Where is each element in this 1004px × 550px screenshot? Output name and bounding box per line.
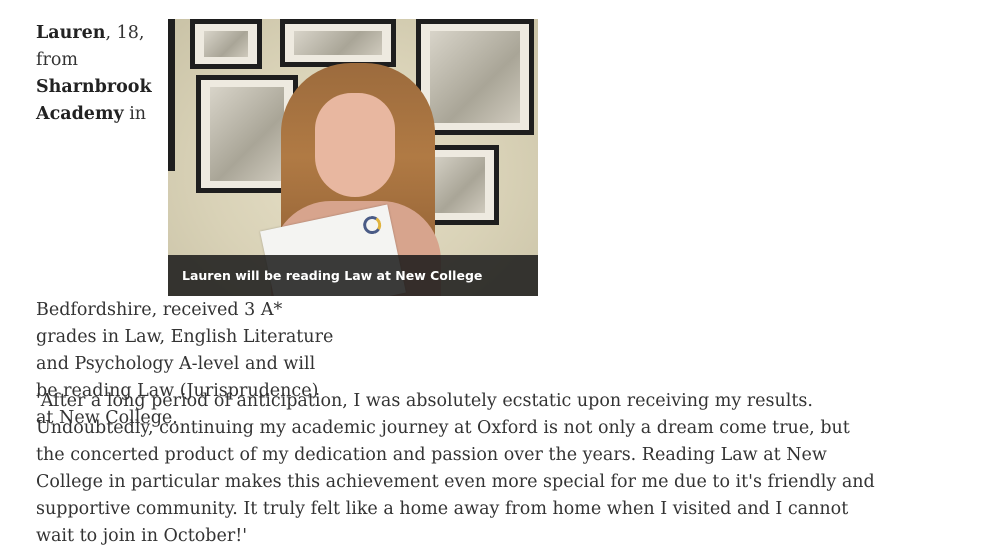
student-name: Lauren xyxy=(36,23,106,43)
results-logo-icon xyxy=(361,214,383,236)
picture-frame xyxy=(416,19,534,135)
intro-paragraph: Lauren, 18, from Sharnbrook Academy in B… xyxy=(36,20,336,432)
student-quote: 'After a long period of anticipation, I … xyxy=(36,391,875,546)
photo-float-spacer xyxy=(154,20,336,297)
